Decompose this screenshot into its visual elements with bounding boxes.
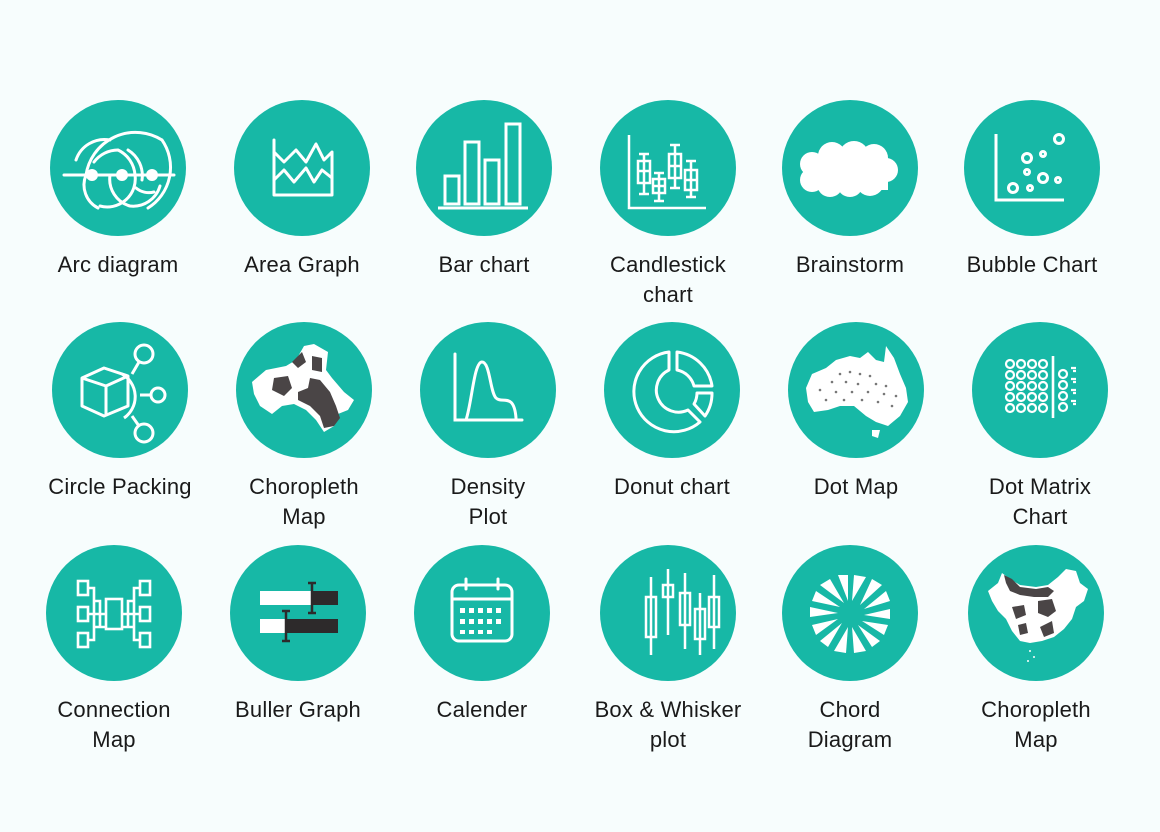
tile-box-whisker-plot[interactable]: Box & Whisker plot: [578, 545, 758, 752]
tile-choropleth-map-2[interactable]: Choropleth Map: [946, 545, 1126, 752]
dot-matrix-chart-icon: [972, 322, 1108, 458]
tile-circle-packing[interactable]: Circle Packing: [30, 322, 210, 522]
dot-map-icon: [788, 322, 924, 458]
tile-bar-chart[interactable]: Bar chart: [394, 100, 574, 300]
tile-label: Choropleth Map: [981, 697, 1091, 752]
box-whisker-plot-icon: [600, 545, 736, 681]
tile-bullet-graph[interactable]: Buller Graph: [208, 545, 388, 745]
area-graph-icon: [234, 100, 370, 236]
donut-chart-icon: [604, 322, 740, 458]
circle-packing-icon: [52, 322, 188, 458]
tile-brainstorm[interactable]: Brainstorm: [760, 100, 940, 300]
tile-chord-diagram[interactable]: Chord Diagram: [760, 545, 940, 752]
calendar-icon: [414, 545, 550, 681]
tile-density-plot[interactable]: Density Plot: [398, 322, 578, 529]
tile-dot-map[interactable]: Dot Map: [766, 322, 946, 522]
tile-dot-matrix-chart[interactable]: Dot Matrix Chart: [950, 322, 1130, 529]
tile-candlestick-chart[interactable]: Candlestick chart: [578, 100, 758, 307]
chord-diagram-icon: [782, 545, 918, 681]
connection-map-icon: [46, 545, 182, 681]
arc-diagram-icon: [50, 100, 186, 236]
tile-choropleth-map-1[interactable]: Choropleth Map: [214, 322, 394, 529]
choropleth-map-icon: [236, 322, 372, 458]
tile-label: Bubble Chart: [966, 252, 1098, 277]
tile-donut-chart[interactable]: Donut chart: [582, 322, 762, 522]
bar-chart-icon: [416, 100, 552, 236]
cloud-icon: [782, 100, 918, 236]
tile-calendar[interactable]: Calender: [392, 545, 572, 745]
tile-bubble-chart[interactable]: Bubble Chart: [942, 100, 1122, 300]
candlestick-chart-icon: [600, 100, 736, 236]
density-plot-icon: [420, 322, 556, 458]
tile-arc-diagram[interactable]: Arc diagram: [28, 100, 208, 300]
tile-area-graph[interactable]: Area Graph: [212, 100, 392, 300]
bullet-graph-icon: [230, 545, 366, 681]
choropleth-map-icon: [968, 545, 1104, 681]
tile-connection-map[interactable]: Connection Map: [24, 545, 204, 752]
tile-label: Dot Matrix Chart: [988, 474, 1092, 529]
bubble-chart-icon: [964, 100, 1100, 236]
